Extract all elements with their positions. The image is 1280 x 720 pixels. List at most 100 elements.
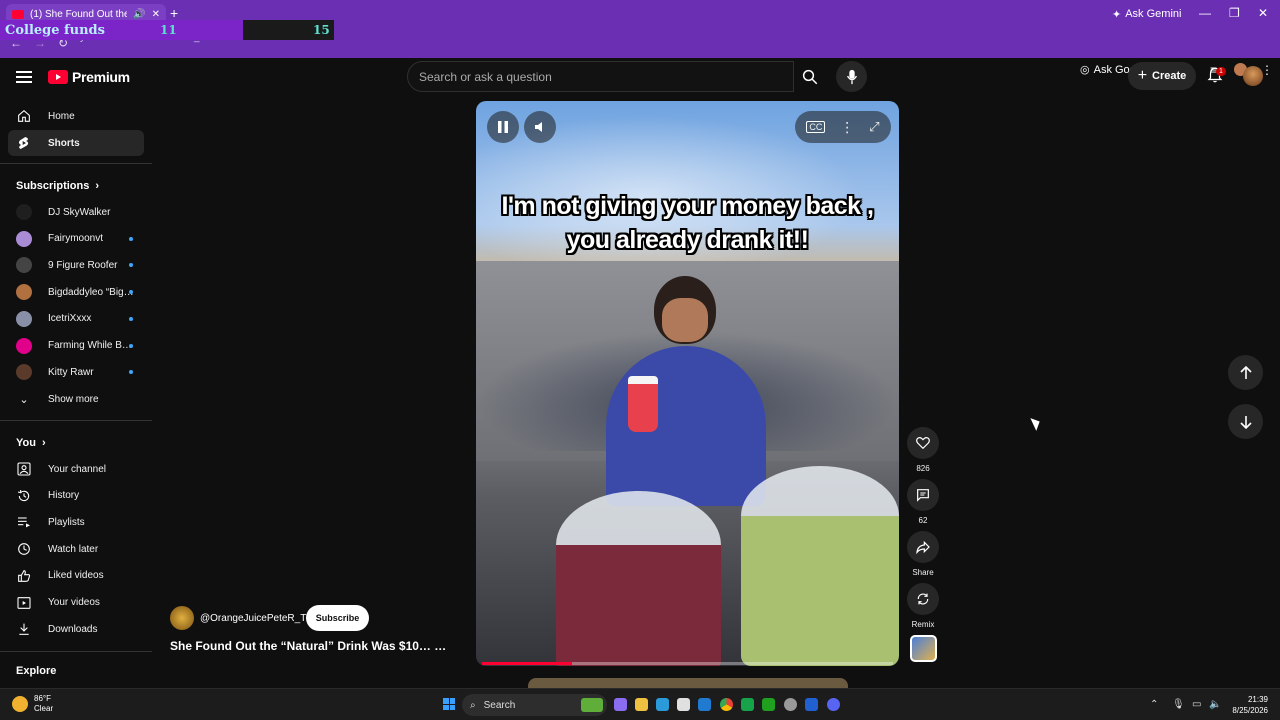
overlay-value-a: 11 — [160, 23, 177, 37]
you-heading[interactable]: You › — [16, 437, 46, 449]
like-button[interactable]: 826 — [906, 427, 940, 473]
restore-icon[interactable]: ❐ — [1229, 6, 1240, 20]
store-icon[interactable] — [677, 698, 690, 711]
channel-avatar[interactable] — [170, 606, 194, 630]
sidebar-subscription-item[interactable]: IcetriXxxx — [8, 306, 144, 332]
sidebar-subscription-item[interactable]: Farming While B… — [8, 333, 144, 359]
sidebar-subscription-item[interactable]: DJ SkyWalker — [8, 199, 144, 225]
sidebar-item-home[interactable]: Home — [8, 103, 144, 129]
comments-button[interactable]: 62 — [906, 479, 940, 525]
sidebar-item-channel[interactable]: Your channel — [8, 456, 144, 482]
youtube-logo[interactable]: Premium — [48, 69, 130, 85]
sidebar-item-label: Home — [48, 110, 75, 122]
new-content-dot — [129, 236, 133, 241]
fullscreen-icon[interactable]: ⤢ — [869, 119, 879, 135]
sidebar-subscription-item[interactable]: 9 Figure Roofer — [8, 252, 144, 278]
search-button[interactable] — [794, 61, 826, 92]
sidebar-item-label: Your videos — [48, 597, 100, 608]
taskbar-search[interactable]: ⌕ Search — [462, 694, 607, 716]
video-drink-cup — [628, 376, 658, 432]
settings-icon[interactable] — [784, 698, 797, 711]
youtube-play-icon — [48, 70, 68, 84]
sidebar-item-like[interactable]: Liked videos — [8, 563, 144, 589]
shorts-video-player[interactable]: I'm not giving your money back , you alr… — [476, 101, 899, 666]
remix-button[interactable]: Remix — [906, 583, 940, 629]
tray-display-icon[interactable]: ▭ — [1192, 699, 1201, 710]
next-short-preview[interactable] — [528, 678, 848, 688]
sidebar-subscription-item[interactable]: Fairymoonvt — [8, 226, 144, 252]
app-icon-green[interactable] — [741, 698, 754, 711]
pause-button[interactable] — [487, 111, 519, 143]
sidebar-item-watch-later[interactable]: Watch later — [8, 536, 144, 562]
sidebar-subscription-item[interactable]: Kitty Rawr — [8, 359, 144, 385]
subscriptions-heading[interactable]: Subscriptions › — [16, 180, 99, 192]
next-short-button[interactable] — [1228, 404, 1263, 439]
ask-gemini-button[interactable]: ✦ Ask Gemini — [1106, 5, 1187, 23]
channel-name[interactable]: @OrangeJuicePeteR_TV — [200, 613, 313, 624]
account-avatar[interactable] — [1243, 66, 1263, 86]
xbox-icon[interactable] — [762, 698, 775, 711]
sidebar-item-download[interactable]: Downloads — [8, 616, 144, 642]
shorts-icon — [16, 135, 32, 151]
sidebar-item-shorts[interactable]: Shorts — [8, 130, 144, 156]
tab-audio-icon[interactable]: 🔊 — [133, 9, 145, 20]
minimize-icon[interactable]: — — [1199, 6, 1211, 20]
previous-short-button[interactable] — [1228, 355, 1263, 390]
tray-chevron-up-icon[interactable]: ⌃ — [1150, 699, 1158, 710]
share-button[interactable]: Share — [906, 531, 940, 577]
video-progress-bar[interactable] — [482, 662, 893, 665]
sidebar-item-history[interactable]: History — [8, 483, 144, 509]
channel-avatar — [16, 364, 32, 381]
copilot-icon[interactable] — [614, 698, 627, 711]
outlook-icon[interactable] — [698, 698, 711, 711]
video-title[interactable]: She Found Out the “Natural” Drink Was $1… — [170, 639, 460, 653]
captions-icon[interactable]: CC — [806, 121, 826, 133]
search-input[interactable] — [408, 62, 793, 91]
subscriptions-heading-label: Subscriptions — [16, 180, 90, 192]
tab-title: (1) She Found Out the “Natural — [30, 8, 128, 20]
college-funds-overlay: College funds 11 15 — [0, 20, 334, 40]
clock-date: 8/25/2026 — [1232, 706, 1268, 715]
video-caption: I'm not giving your money back , you alr… — [501, 192, 874, 254]
ask-gemini-label: Ask Gemini — [1125, 8, 1182, 20]
new-tab-button[interactable]: + — [170, 5, 178, 21]
explore-heading-label: Explore — [16, 665, 57, 677]
chrome-icon[interactable] — [720, 698, 733, 711]
search-box — [407, 61, 794, 92]
tray-mic-icon[interactable]: 🎙 — [1172, 699, 1185, 710]
hamburger-menu-icon[interactable] — [16, 68, 32, 86]
weather-widget[interactable]: 86°F Clear — [12, 694, 53, 714]
window-close-icon[interactable]: ✕ — [1258, 6, 1268, 20]
sidebar-subscription-item[interactable]: Bigdaddyleo “Big… — [8, 279, 144, 305]
more-options-icon[interactable]: ⋮ — [840, 119, 854, 136]
sidebar-item-label: Your channel — [48, 463, 107, 475]
file-explorer-icon[interactable] — [635, 698, 648, 711]
discord-icon[interactable] — [827, 698, 840, 711]
create-button[interactable]: + Create — [1128, 62, 1196, 90]
google-lens-icon: ◎ — [1080, 64, 1090, 76]
notification-badge: 1 — [1216, 67, 1226, 76]
windows-start-icon[interactable] — [443, 698, 455, 710]
volume-button[interactable] — [524, 111, 556, 143]
sidebar-item-playlists[interactable]: Playlists — [8, 509, 144, 535]
show-more-label: Show more — [48, 393, 99, 405]
sidebar-item-your-videos[interactable]: Your videos — [8, 590, 144, 616]
tray-volume-icon[interactable]: 🔈 — [1209, 699, 1221, 710]
overlay-label: College funds — [5, 22, 105, 38]
sound-thumbnail[interactable] — [910, 635, 937, 662]
sidebar-item-label: DJ SkyWalker — [48, 206, 111, 218]
taskbar-clock[interactable]: 21:39 8/25/2026 — [1226, 694, 1268, 716]
edge-icon[interactable] — [656, 698, 669, 711]
voice-search-button[interactable] — [836, 61, 867, 92]
weather-temp: 86°F — [34, 694, 51, 703]
subscribe-button[interactable]: Subscribe — [306, 605, 369, 631]
share-icon — [916, 540, 930, 555]
app-icon-blue[interactable] — [805, 698, 818, 711]
new-content-dot — [129, 316, 133, 321]
tab-close-icon[interactable]: ✕ — [152, 9, 160, 20]
you-heading-label: You — [16, 437, 36, 449]
channel-avatar — [16, 337, 32, 354]
create-label: Create — [1152, 70, 1187, 82]
download-icon — [16, 621, 32, 637]
show-more-button[interactable]: ⌄ Show more — [8, 386, 144, 412]
